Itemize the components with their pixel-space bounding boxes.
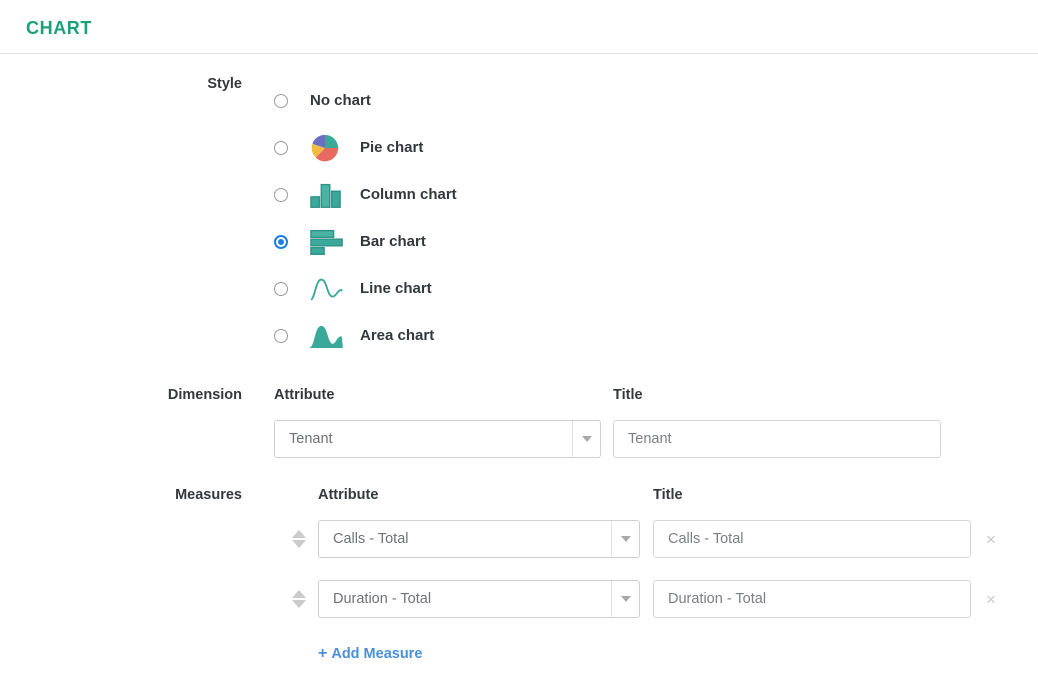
measures-row-label: Measures <box>175 487 242 503</box>
radio-area-chart[interactable] <box>274 328 288 343</box>
area-chart-icon <box>310 322 354 350</box>
style-option-area-chart[interactable]: Area chart <box>274 312 1038 359</box>
style-option-bar-chart[interactable]: Bar chart <box>274 218 1038 265</box>
radio-pie-chart[interactable] <box>274 140 288 155</box>
line-chart-icon <box>310 275 354 303</box>
measures-fields: Attribute Title Calls - Total Calls - To… <box>242 487 1038 663</box>
remove-measure-button[interactable]: × <box>976 531 1006 548</box>
style-option-column-chart[interactable]: Column chart <box>274 171 1038 218</box>
dimension-attribute-field[interactable]: Tenant <box>274 420 601 458</box>
section-header: CHART <box>0 0 1038 54</box>
style-option-label: Column chart <box>360 186 457 203</box>
radio-bar-chart[interactable] <box>274 234 288 249</box>
chevron-down-icon[interactable] <box>611 581 639 617</box>
style-options-container: No chart Pie chart Column chart Bar char… <box>242 76 1038 359</box>
measure-title-field[interactable]: Calls - Total <box>653 520 971 558</box>
measures-attribute-caption: Attribute <box>318 487 379 503</box>
measure-attribute-field[interactable]: Duration - Total <box>318 580 640 618</box>
dimension-title-input[interactable]: Tenant <box>613 420 941 458</box>
radio-column-chart[interactable] <box>274 187 288 202</box>
style-option-label: Bar chart <box>360 233 426 250</box>
remove-measure-button[interactable]: × <box>976 591 1006 608</box>
dimension-title-caption: Title <box>613 387 643 403</box>
measures-row: Measures Attribute Title Calls - Total C… <box>0 487 1038 663</box>
dimension-row-label: Dimension <box>167 387 242 403</box>
measure-title-input[interactable]: Duration - Total <box>653 580 971 618</box>
measure-row: Duration - Total Duration - Total × <box>274 580 1038 618</box>
measure-attribute-select[interactable]: Calls - Total <box>318 520 640 558</box>
style-radio-group: No chart Pie chart Column chart Bar char… <box>274 77 1038 359</box>
bar-chart-icon <box>310 228 354 256</box>
measures-caption-spacer <box>274 487 318 520</box>
measures-title-caption: Title <box>653 487 683 503</box>
style-option-no-chart[interactable]: No chart <box>274 77 1038 124</box>
dimension-row: Dimension Attribute Title Tenant Tenant <box>0 387 1038 458</box>
measure-attribute-select[interactable]: Duration - Total <box>318 580 640 618</box>
style-row: Style No chart Pie chart Column chart Ba… <box>0 76 1038 359</box>
style-option-line-chart[interactable]: Line chart <box>274 265 1038 312</box>
sort-handle-icon[interactable] <box>288 590 310 608</box>
page-title: CHART <box>26 18 92 38</box>
measure-title-field[interactable]: Duration - Total <box>653 580 971 618</box>
dimension-input-row: Tenant Tenant <box>274 420 1038 458</box>
dimension-title-field[interactable]: Tenant <box>613 420 941 458</box>
style-option-label: Pie chart <box>360 139 424 156</box>
add-measure-button[interactable]: + Add Measure <box>318 645 423 663</box>
style-row-label: Style <box>207 76 242 92</box>
chevron-down-icon[interactable] <box>572 421 600 457</box>
add-measure-label: Add Measure <box>331 646 423 662</box>
sort-handle-icon[interactable] <box>288 530 310 548</box>
style-option-pie-chart[interactable]: Pie chart <box>274 124 1038 171</box>
style-option-label: Line chart <box>360 280 432 297</box>
plus-icon: + <box>318 645 328 662</box>
measure-row: Calls - Total Calls - Total × <box>274 520 1038 558</box>
dimension-fields: Attribute Title Tenant Tenant <box>242 387 1038 458</box>
dimension-attribute-caption: Attribute <box>274 387 335 403</box>
pie-chart-icon <box>310 133 354 163</box>
measures-column-captions: Attribute Title <box>274 487 1038 520</box>
measure-attribute-value: Calls - Total <box>333 531 409 547</box>
column-chart-icon <box>310 181 354 209</box>
measure-attribute-value: Duration - Total <box>333 591 432 607</box>
dimension-attribute-value: Tenant <box>289 431 333 447</box>
style-option-label: No chart <box>310 92 371 109</box>
radio-no-chart[interactable] <box>274 93 288 108</box>
dimension-column-captions: Attribute Title <box>274 387 1038 420</box>
chevron-down-icon[interactable] <box>611 521 639 557</box>
radio-line-chart[interactable] <box>274 281 288 296</box>
style-option-label: Area chart <box>360 327 435 344</box>
dimension-attribute-select[interactable]: Tenant <box>274 420 601 458</box>
measure-attribute-field[interactable]: Calls - Total <box>318 520 640 558</box>
chart-settings-form: Style No chart Pie chart Column chart Ba… <box>0 54 1038 663</box>
measure-title-input[interactable]: Calls - Total <box>653 520 971 558</box>
